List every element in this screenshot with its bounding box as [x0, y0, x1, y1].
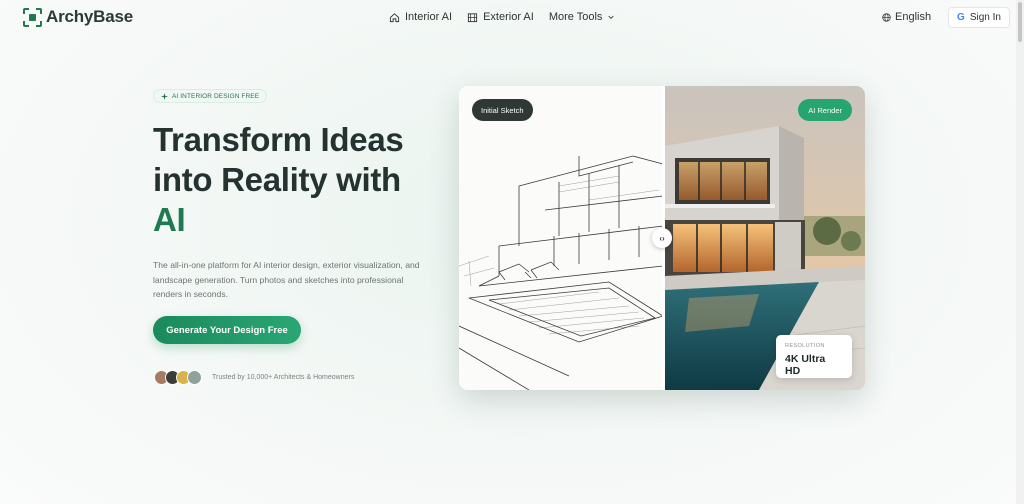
brand-name: ArchyBase	[46, 7, 134, 26]
home-icon	[389, 12, 400, 22]
before-after-showcase[interactable]: Initial Sketch AI Render ‹› RESOLUTION 4…	[459, 86, 865, 390]
hero-badge-label: AI INTERIOR DESIGN FREE	[172, 92, 260, 100]
initial-sketch-tag: Initial Sketch	[472, 99, 533, 121]
nav-more-tools-label: More Tools	[548, 11, 603, 23]
logo-mark-icon	[23, 7, 42, 27]
hero-description: The all-in-one platform for AI interior …	[153, 260, 420, 299]
resolution-card: RESOLUTION 4K Ultra HD	[776, 335, 852, 378]
nav-exterior-ai[interactable]: Exterior AI	[467, 11, 534, 23]
site-header: ArchyBase Interior AI Exterior AI More T…	[0, 0, 1016, 36]
generate-design-button[interactable]: Generate Your Design Free	[153, 316, 301, 344]
resolution-value: 4K Ultra HD	[785, 353, 826, 377]
arrows-horizontal-icon: ‹›	[659, 233, 665, 243]
ai-render-tag: AI Render	[798, 99, 852, 121]
nav-exterior-ai-label: Exterior AI	[483, 11, 534, 23]
headline-line-1: Transform Ideas	[153, 121, 404, 158]
headline-accent: AI	[153, 201, 186, 238]
nav-interior-ai-label: Interior AI	[405, 11, 453, 23]
language-label: English	[895, 11, 932, 23]
google-icon: G	[957, 12, 965, 23]
globe-icon	[882, 12, 891, 22]
nav-interior-ai[interactable]: Interior AI	[389, 11, 452, 23]
language-selector[interactable]: English	[882, 11, 931, 23]
hero-badge: AI INTERIOR DESIGN FREE	[153, 89, 268, 103]
nav-more-tools[interactable]: More Tools	[549, 11, 616, 23]
hero-headline: Transform Ideas into Reality with AI	[153, 120, 443, 240]
sparkle-icon	[161, 92, 168, 100]
chevron-down-icon	[608, 15, 615, 19]
main-nav: Interior AI Exterior AI More Tools	[389, 11, 615, 23]
resolution-label: RESOLUTION	[785, 343, 825, 349]
brand-logo[interactable]: ArchyBase	[23, 7, 133, 27]
page-scrollbar[interactable]	[1016, 0, 1024, 504]
building-icon	[467, 12, 478, 22]
trust-row: Trusted by 10,000+ Architects & Homeowne…	[154, 370, 354, 385]
avatar	[187, 370, 202, 385]
headline-line-2: into Reality with	[153, 161, 401, 198]
signin-button[interactable]: G Sign In	[948, 7, 1010, 28]
scrollbar-thumb[interactable]	[1018, 2, 1022, 42]
trust-text: Trusted by 10,000+ Architects & Homeowne…	[212, 374, 355, 381]
signin-label: Sign In	[969, 12, 1001, 23]
compare-slider-handle[interactable]: ‹›	[652, 228, 672, 248]
avatar-group	[154, 370, 202, 385]
